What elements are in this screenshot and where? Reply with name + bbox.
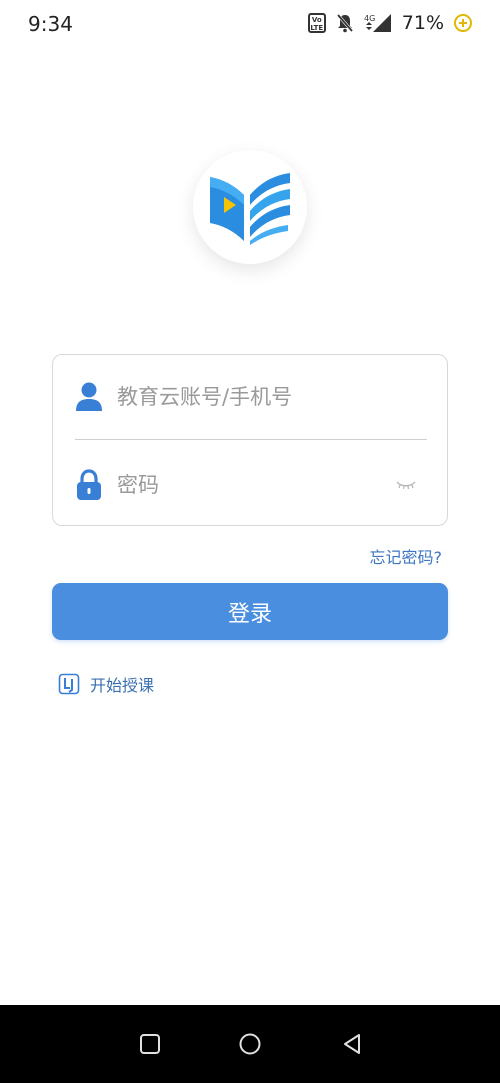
volte-icon: Vo LTE (307, 13, 326, 33)
home-icon[interactable] (238, 1032, 262, 1056)
start-teaching-link[interactable]: 开始授课 (58, 672, 154, 696)
status-icons: Vo LTE 4G 71% (307, 12, 472, 34)
notifications-off-icon (336, 14, 353, 33)
forgot-password-link[interactable]: 忘记密码? (370, 544, 443, 568)
system-nav-bar (0, 1005, 500, 1083)
field-divider (75, 439, 427, 440)
login-form (52, 354, 448, 526)
back-icon[interactable] (340, 1032, 364, 1056)
network-type: 4G (364, 14, 375, 23)
signal-icon: 4G (364, 14, 391, 32)
recent-apps-icon[interactable] (138, 1032, 162, 1056)
account-field (75, 367, 427, 427)
user-icon (76, 382, 102, 411)
password-field (75, 455, 427, 515)
status-time: 9:34 (28, 12, 73, 36)
login-button[interactable]: 登录 (52, 583, 448, 640)
eye-closed-icon[interactable] (395, 479, 417, 491)
open-book-play-logo (210, 173, 290, 245)
account-input[interactable] (117, 385, 427, 409)
battery-saver-icon (454, 14, 472, 32)
start-teaching-label: 开始授课 (90, 676, 155, 695)
status-bar: 9:34 Vo LTE 4G 71% (0, 0, 500, 52)
lock-icon (77, 469, 101, 500)
teaching-app-icon (58, 673, 80, 695)
app-logo (193, 150, 307, 264)
password-input[interactable] (117, 473, 395, 497)
battery-level: 71% (401, 12, 444, 34)
